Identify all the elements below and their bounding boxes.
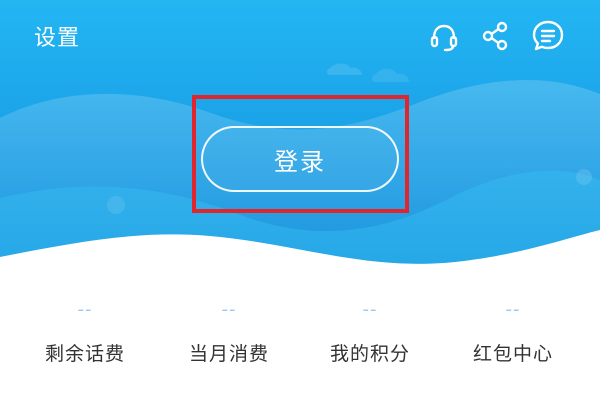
stat-value: --	[221, 299, 237, 320]
stat-label: 当月消费	[188, 343, 269, 365]
stat-red-packet-center[interactable]: -- 红包中心	[438, 300, 588, 400]
account-stats: -- 剩余话费 -- 当月消费 -- 我的积分 -- 红包中心	[0, 300, 600, 400]
settings-link[interactable]: 设置	[34, 20, 80, 52]
headset-icon[interactable]	[424, 16, 464, 56]
login-button[interactable]: 登录	[201, 126, 399, 192]
stat-value: --	[362, 299, 378, 320]
message-icon[interactable]	[528, 16, 568, 56]
stat-monthly-consumption[interactable]: -- 当月消费	[154, 300, 304, 400]
stat-value: --	[505, 299, 521, 320]
share-icon[interactable]	[476, 16, 516, 56]
stat-remaining-balance[interactable]: -- 剩余话费	[10, 300, 160, 400]
stat-my-points[interactable]: -- 我的积分	[295, 300, 445, 400]
stat-value: --	[77, 299, 93, 320]
stat-label: 我的积分	[329, 343, 410, 365]
profile-header: 设置 登录	[0, 0, 600, 272]
stat-label: 剩余话费	[44, 343, 125, 365]
stat-label: 红包中心	[472, 343, 553, 365]
